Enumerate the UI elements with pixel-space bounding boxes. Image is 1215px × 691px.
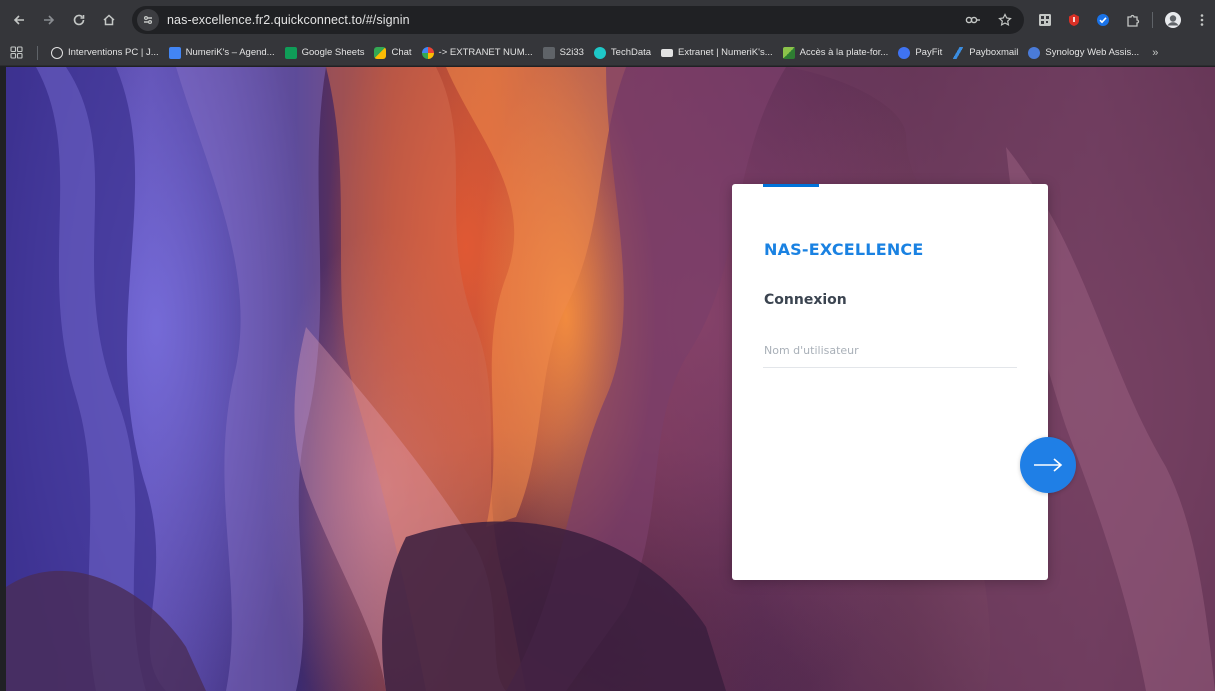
bookmark-list: Interventions PC | J... NumeriK's – Agen… — [46, 42, 1144, 64]
more-bookmarks-icon[interactable]: » — [1152, 47, 1158, 59]
url-text[interactable]: nas-excellence.fr2.quickconnect.to/#/sig… — [167, 13, 410, 27]
bookmark-payfit[interactable]: PayFit — [893, 42, 947, 64]
toolbar-separator — [1152, 12, 1153, 28]
browser-menu-icon[interactable] — [1189, 7, 1215, 33]
back-icon[interactable] — [6, 7, 32, 33]
next-button[interactable] — [1020, 437, 1076, 493]
arrow-right-icon — [1034, 458, 1063, 472]
card-accent-bar — [763, 184, 819, 187]
navigation-buttons — [6, 7, 122, 33]
bookmark-plateforme[interactable]: Accès à la plate-for... — [778, 42, 894, 64]
profile-avatar-icon[interactable] — [1160, 7, 1186, 33]
login-card: NAS-EXCELLENCE Connexion — [732, 184, 1076, 580]
techdata-icon — [593, 46, 606, 59]
address-bar[interactable]: nas-excellence.fr2.quickconnect.to/#/sig… — [132, 6, 1024, 34]
bookmark-interventions[interactable]: Interventions PC | J... — [46, 42, 164, 64]
bookmark-extranet-numeriks[interactable]: Extranet | NumeriK's... — [656, 42, 778, 64]
bookmark-payboxmail[interactable]: Payboxmail — [947, 42, 1023, 64]
bookmark-techdata[interactable]: TechData — [589, 42, 656, 64]
extensions-puzzle-icon[interactable] — [1119, 7, 1145, 33]
bookmark-extranet-num[interactable]: -> EXTRANET NUM... — [417, 42, 538, 64]
chat-icon — [374, 46, 387, 59]
bookmark-star-icon[interactable] — [992, 7, 1018, 33]
s2i33-icon — [542, 46, 555, 59]
extensions-area — [1032, 7, 1215, 33]
bookmark-s2i33[interactable]: S2i33 — [538, 42, 589, 64]
brand-title: NAS-EXCELLENCE — [764, 240, 924, 259]
checkmark-extension-icon[interactable] — [1090, 7, 1116, 33]
payfit-icon — [898, 46, 911, 59]
site-info-icon[interactable] — [137, 9, 159, 31]
globe-icon — [51, 46, 63, 59]
plateform-icon — [782, 46, 795, 59]
bookmarks-separator — [37, 45, 38, 60]
browser-toolbar: nas-excellence.fr2.quickconnect.to/#/sig… — [0, 0, 1215, 40]
reload-icon[interactable] — [66, 7, 92, 33]
signin-page: NAS-EXCELLENCE Connexion — [6, 67, 1215, 691]
bookmark-agenda[interactable]: NumeriK's – Agend... — [164, 42, 280, 64]
sheets-icon — [284, 46, 297, 59]
payboxmail-icon — [952, 46, 965, 59]
calendar-icon — [168, 46, 181, 59]
forward-icon[interactable] — [36, 7, 62, 33]
bookmark-chat[interactable]: Chat — [369, 42, 416, 64]
bookmarks-bar: Interventions PC | J... NumeriK's – Agen… — [0, 40, 1215, 66]
extranet-icon — [661, 48, 674, 57]
bookmark-synology[interactable]: Synology Web Assis... — [1023, 42, 1144, 64]
home-icon[interactable] — [96, 7, 122, 33]
qr-extension-icon[interactable] — [1032, 7, 1058, 33]
username-field[interactable] — [763, 334, 1017, 368]
signin-heading: Connexion — [764, 292, 847, 308]
adblock-extension-icon[interactable] — [1061, 7, 1087, 33]
synology-icon — [1028, 46, 1041, 59]
apps-grid-icon[interactable] — [10, 46, 28, 59]
bookmark-google-sheets[interactable]: Google Sheets — [280, 42, 370, 64]
google-icon — [421, 46, 434, 59]
password-key-icon[interactable] — [960, 7, 986, 33]
